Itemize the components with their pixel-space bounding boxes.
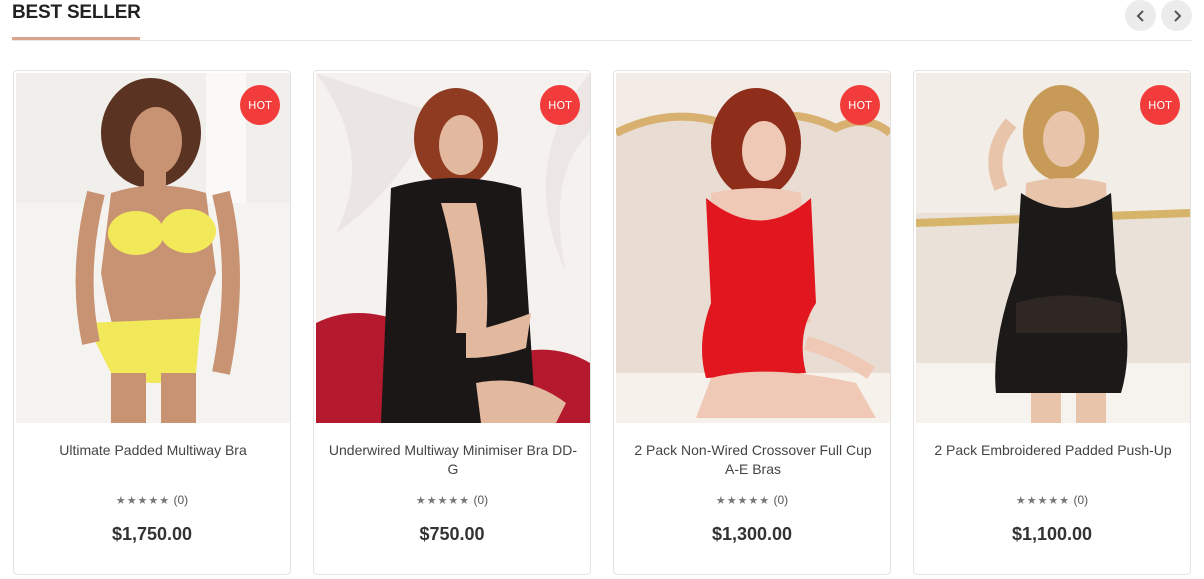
review-count: (0) [1073,493,1089,507]
product-name[interactable]: 2 Pack Non-Wired Crossover Full Cup A-E … [626,441,880,479]
product-price: $1,100.00 [1011,524,1093,544]
product-name[interactable]: Ultimate Padded Multiway Bra [26,441,280,460]
product-card[interactable]: HOT 2 Pack Embroidered Padded Push-Up ★★… [913,70,1191,575]
review-count: (0) [173,493,189,507]
product-rating: ★★★★★ (0) [614,493,890,507]
section-header: BEST SELLER [12,0,1192,41]
product-card[interactable]: HOT Underwired Multiway Minimiser Bra DD… [313,70,591,575]
product-name[interactable]: Underwired Multiway Minimiser Bra DD-G [326,441,580,479]
product-price: $1,300.00 [711,524,793,544]
star-rating-icon: ★★★★★ [415,494,471,507]
hot-badge: HOT [240,85,280,125]
hot-badge: HOT [1140,85,1180,125]
carousel-next-button[interactable] [1161,0,1192,31]
product-price: $750.00 [419,524,485,544]
product-name[interactable]: 2 Pack Embroidered Padded Push-Up [926,441,1180,460]
product-rating: ★★★★★ (0) [314,493,590,507]
chevron-left-icon [1136,9,1144,22]
product-image[interactable]: HOT [316,73,590,423]
product-card[interactable]: HOT 2 Pack Non-Wired Crossover Full Cup … [613,70,891,575]
product-image[interactable]: HOT [616,73,890,423]
star-rating-icon: ★★★★★ [115,494,171,507]
product-image[interactable]: HOT [16,73,290,423]
review-count: (0) [773,493,789,507]
product-card[interactable]: HOT Ultimate Padded Multiway Bra ★★★★★ (… [13,70,291,575]
product-price: $1,750.00 [111,524,193,544]
star-rating-icon: ★★★★★ [715,494,771,507]
carousel-prev-button[interactable] [1125,0,1156,31]
product-rating: ★★★★★ (0) [14,493,290,507]
product-image[interactable]: HOT [916,73,1190,423]
review-count: (0) [473,493,489,507]
title-underline [12,37,140,40]
product-rating: ★★★★★ (0) [914,493,1190,507]
hot-badge: HOT [840,85,880,125]
section-title: BEST SELLER [12,2,141,23]
chevron-right-icon [1173,9,1181,22]
star-rating-icon: ★★★★★ [1015,494,1071,507]
hot-badge: HOT [540,85,580,125]
